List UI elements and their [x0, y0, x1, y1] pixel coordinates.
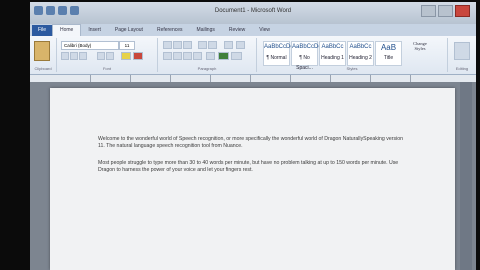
style-normal-sample: AaBbCcDc	[264, 44, 294, 50]
superscript-button[interactable]	[106, 52, 114, 60]
find-button[interactable]	[454, 42, 470, 60]
line-spacing-button[interactable]	[206, 52, 215, 60]
underline-button[interactable]	[79, 52, 87, 60]
horizontal-ruler[interactable]	[30, 75, 476, 82]
show-formatting-button[interactable]	[236, 41, 245, 49]
style-title-sample: AaB	[380, 43, 397, 52]
align-center-button[interactable]	[173, 52, 182, 60]
ruler-mark	[170, 75, 171, 82]
ruler-mark	[130, 75, 131, 82]
font-group: Calibri (Body) 11 Font	[57, 38, 158, 72]
style-normal-name: ¶ Normal	[266, 55, 287, 61]
style-heading-2-name: Heading 2	[349, 55, 372, 61]
ruler-mark	[90, 75, 91, 82]
bold-button[interactable]	[61, 52, 69, 60]
document-page[interactable]: Welcome to the wonderful world of Speech…	[50, 88, 455, 270]
tab-page-layout[interactable]: Page Layout	[108, 25, 150, 36]
window-controls	[421, 5, 470, 17]
document-paragraph-1: Welcome to the wonderful world of Speech…	[98, 136, 403, 149]
clipboard-group: Clipboard	[30, 38, 57, 72]
shading-button[interactable]	[218, 52, 229, 60]
tab-references[interactable]: References	[150, 25, 190, 36]
minimize-button[interactable]	[421, 5, 436, 17]
numbering-button[interactable]	[173, 41, 182, 49]
multilevel-list-button[interactable]	[183, 41, 192, 49]
align-left-button[interactable]	[163, 52, 172, 60]
editing-group: Editing	[448, 38, 476, 72]
font-size-select[interactable]: 11	[119, 41, 135, 50]
subscript-button[interactable]	[97, 52, 105, 60]
paragraph-group: Paragraph	[158, 38, 257, 72]
maximize-button[interactable]	[438, 5, 453, 17]
tab-file[interactable]: File	[32, 24, 52, 36]
sort-button[interactable]	[224, 41, 233, 49]
highlight-color-button[interactable]	[121, 52, 131, 60]
style-heading-1-sample: AaBbCc	[321, 44, 344, 50]
paste-button[interactable]	[34, 41, 50, 61]
tab-mailings[interactable]: Mailings	[190, 25, 222, 36]
document-paragraph-2: Most people struggle to type more than 3…	[98, 160, 399, 173]
font-label: Font	[102, 66, 111, 71]
title-bar: Document1 - Microsoft Word	[30, 2, 476, 24]
style-heading-2[interactable]: AaBbCc Heading 2	[347, 41, 374, 66]
tab-review[interactable]: Review	[222, 25, 252, 36]
ruler-mark	[330, 75, 331, 82]
ruler-mark	[370, 75, 371, 82]
ribbon-tabs: File Home Insert Page Layout References …	[30, 24, 476, 36]
style-no-spacing[interactable]: AaBbCcDc ¶ No Spaci...	[291, 41, 322, 71]
tab-insert[interactable]: Insert	[81, 25, 108, 36]
styles-label: Styles	[346, 66, 358, 71]
italic-button[interactable]	[70, 52, 78, 60]
change-styles-button[interactable]: Change Styles	[409, 41, 431, 64]
decrease-indent-button[interactable]	[198, 41, 207, 49]
style-title[interactable]: AaB Title	[375, 41, 402, 66]
ruler-mark	[250, 75, 251, 82]
borders-button[interactable]	[231, 52, 242, 60]
ruler-mark	[290, 75, 291, 82]
bullets-button[interactable]	[163, 41, 172, 49]
align-right-button[interactable]	[183, 52, 192, 60]
ruler-mark	[210, 75, 211, 82]
change-styles-label: Change Styles	[413, 41, 427, 51]
ruler-mark	[410, 75, 411, 82]
style-heading-2-sample: AaBbCc	[349, 44, 372, 50]
close-button[interactable]	[455, 5, 470, 17]
style-heading-1-name: Heading 1	[321, 55, 344, 61]
style-heading-1[interactable]: AaBbCc Heading 1	[319, 41, 346, 66]
font-name-select[interactable]: Calibri (Body)	[61, 41, 119, 50]
vertical-scrollbar[interactable]	[460, 82, 472, 270]
style-title-name: Title	[383, 55, 394, 61]
paragraph-label: Paragraph	[197, 66, 217, 71]
editing-label: Editing	[455, 66, 469, 71]
tab-home[interactable]: Home	[52, 24, 82, 36]
monitor-screen: Document1 - Microsoft Word File Home Ins…	[30, 2, 476, 270]
justify-button[interactable]	[193, 52, 202, 60]
style-normal[interactable]: AaBbCcDc ¶ Normal	[263, 41, 294, 66]
tab-view[interactable]: View	[252, 25, 277, 36]
styles-group: AaBbCcDc ¶ Normal AaBbCcDc ¶ No Spaci...…	[257, 38, 448, 72]
style-no-spacing-sample: AaBbCcDc	[292, 44, 322, 50]
clipboard-label: Clipboard	[34, 66, 52, 71]
ribbon: Clipboard Calibri (Body) 11 Font Paragra…	[30, 36, 476, 75]
font-color-button[interactable]	[133, 52, 143, 60]
window-title: Document1 - Microsoft Word	[214, 8, 292, 14]
increase-indent-button[interactable]	[208, 41, 217, 49]
